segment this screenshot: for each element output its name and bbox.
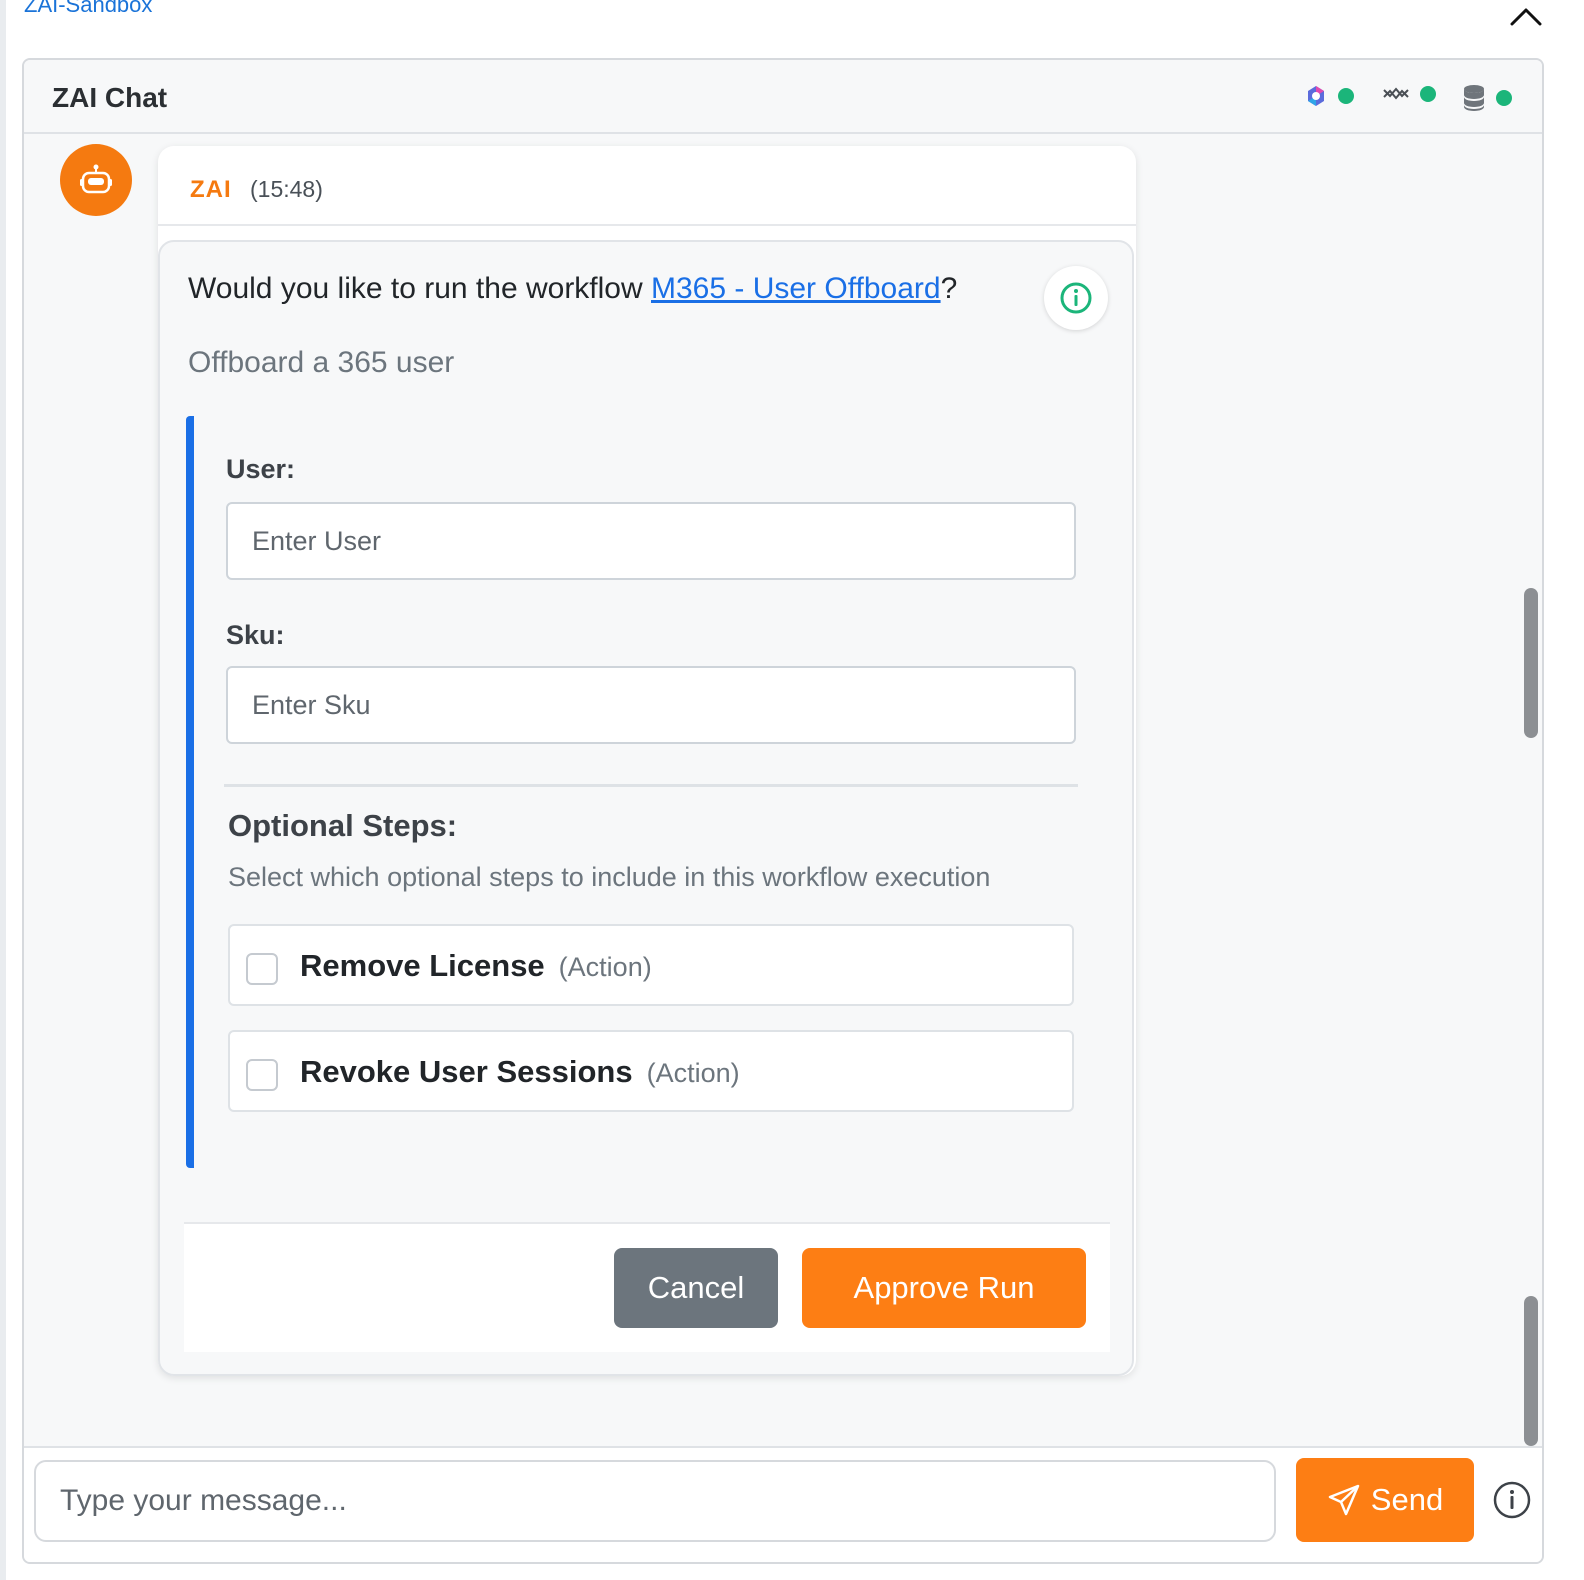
chat-window: ZAI Chat ZAI (15:48) Would you like to r… bbox=[22, 58, 1544, 1564]
network-status-dot bbox=[1420, 86, 1436, 102]
optional-steps-title: Optional Steps: bbox=[228, 808, 458, 843]
scrollbar-thumb-lower[interactable] bbox=[1524, 1296, 1538, 1446]
approve-run-button[interactable]: Approve Run bbox=[802, 1248, 1086, 1328]
message-time: (15:48) bbox=[250, 176, 323, 202]
info-icon bbox=[1060, 282, 1092, 314]
network-icon bbox=[1383, 87, 1409, 100]
remove-license-checkbox[interactable] bbox=[246, 953, 278, 985]
optional-steps-description: Select which optional steps to include i… bbox=[228, 862, 991, 892]
send-button[interactable]: Send bbox=[1296, 1458, 1474, 1542]
copilot-status-dot bbox=[1338, 88, 1354, 104]
robot-icon bbox=[80, 164, 112, 194]
sku-field-label: Sku: bbox=[226, 620, 285, 650]
form-divider bbox=[224, 784, 1078, 787]
database-status[interactable] bbox=[1462, 84, 1512, 112]
workflow-info-button[interactable] bbox=[1044, 266, 1108, 330]
info-circle-icon bbox=[1493, 1481, 1531, 1519]
database-icon bbox=[1464, 85, 1484, 111]
message-input[interactable] bbox=[34, 1460, 1276, 1542]
optional-step-remove-license[interactable]: Remove License (Action) bbox=[228, 924, 1074, 1006]
message-sender: ZAI bbox=[190, 176, 232, 203]
help-button[interactable] bbox=[1490, 1478, 1534, 1522]
page: ZAI-Sandbox ZAI Chat ZAI (15:48) Would y… bbox=[0, 0, 1584, 1580]
chat-title: ZAI Chat bbox=[52, 82, 168, 113]
user-field-label: User: bbox=[226, 454, 296, 484]
user-input[interactable] bbox=[226, 502, 1076, 580]
workflow-form: User: Sku: Optional Steps: Select which … bbox=[186, 416, 1086, 1168]
workflow-approval-card: Would you like to run the workflow M365 … bbox=[158, 240, 1134, 1376]
message-header: ZAI (15:48) bbox=[158, 146, 1136, 226]
bot-avatar bbox=[60, 144, 132, 216]
optional-step-revoke-sessions[interactable]: Revoke User Sessions (Action) bbox=[228, 1030, 1074, 1112]
optional-step-name: Remove License bbox=[300, 948, 545, 983]
workspace-link[interactable]: ZAI-Sandbox bbox=[24, 0, 152, 18]
collapse-button[interactable] bbox=[1508, 0, 1544, 32]
bot-message: ZAI (15:48) Would you like to run the wo… bbox=[158, 146, 1136, 1376]
database-status-dot bbox=[1496, 90, 1512, 106]
question-prefix: Would you like to run the workflow bbox=[188, 272, 651, 305]
scrollbar-thumb[interactable] bbox=[1524, 588, 1538, 738]
approval-actions: Cancel Approve Run bbox=[184, 1222, 1110, 1352]
chat-scrollbar[interactable] bbox=[1520, 136, 1542, 1446]
send-label: Send bbox=[1370, 1482, 1444, 1517]
question-suffix: ? bbox=[940, 272, 958, 305]
optional-step-name: Revoke User Sessions bbox=[300, 1054, 633, 1089]
sku-input[interactable] bbox=[226, 666, 1076, 744]
workflow-link[interactable]: M365 - User Offboard bbox=[651, 272, 941, 305]
revoke-sessions-checkbox[interactable] bbox=[246, 1059, 278, 1091]
workflow-question: Would you like to run the workflow M365 … bbox=[188, 272, 957, 306]
chat-header: ZAI Chat bbox=[24, 60, 1542, 134]
cancel-button[interactable]: Cancel bbox=[614, 1248, 778, 1328]
page-edge bbox=[0, 0, 6, 1580]
workflow-description: Offboard a 365 user bbox=[188, 346, 455, 379]
optional-step-label: Revoke User Sessions (Action) bbox=[300, 1054, 740, 1090]
message-composer: Send bbox=[24, 1446, 1542, 1562]
copilot-status[interactable] bbox=[1304, 84, 1354, 108]
chevron-up-icon bbox=[1510, 8, 1542, 26]
optional-step-type: (Action) bbox=[646, 1058, 740, 1088]
copilot-icon bbox=[1308, 86, 1324, 106]
optional-step-type: (Action) bbox=[558, 952, 652, 982]
optional-step-label: Remove License (Action) bbox=[300, 948, 652, 984]
network-status[interactable] bbox=[1382, 84, 1436, 104]
paper-plane-icon bbox=[1328, 1484, 1360, 1516]
